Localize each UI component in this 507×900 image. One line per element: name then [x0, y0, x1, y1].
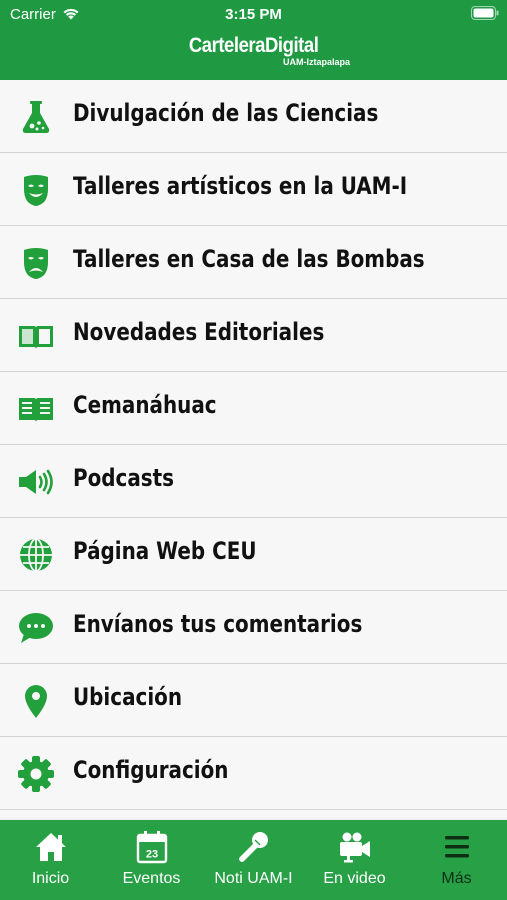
logo-subtitle: UAM-Iztapalapa — [283, 57, 351, 67]
happy-mask-icon — [24, 175, 48, 206]
menu-item-talleres-artisticos[interactable]: Talleres artísticos en la UAM-I — [0, 153, 507, 226]
top-bar: Carrier 3:15 PM CarteleraDigital UAM-Izt… — [0, 0, 507, 80]
menu-item-ubicacion[interactable]: Ubicación — [0, 664, 507, 737]
flask-icon — [22, 101, 50, 133]
tab-label: En video — [323, 870, 386, 887]
battery-icon — [471, 6, 499, 20]
menu-item-podcasts[interactable]: Podcasts — [0, 445, 507, 518]
newspaper-book-icon — [19, 398, 53, 422]
logo-title: CarteleraDigital — [188, 34, 319, 57]
gear-icon — [18, 756, 54, 792]
menu-item-pagina-web[interactable]: Página Web CEU — [0, 518, 507, 591]
menu-item-cemanahuac[interactable]: Cemanáhuac — [0, 372, 507, 445]
sad-mask-icon — [24, 248, 48, 279]
status-bar: Carrier 3:15 PM — [0, 0, 507, 28]
chat-bubble-icon — [19, 613, 53, 643]
menu-item-comentarios[interactable]: Envíanos tus comentarios — [0, 591, 507, 664]
globe-icon — [20, 538, 52, 572]
tab-noti-uam[interactable]: Noti UAM-I — [203, 820, 304, 900]
tab-mas[interactable]: Más — [406, 820, 507, 900]
location-pin-icon — [25, 685, 47, 718]
menu-item-label: Podcasts — [73, 464, 175, 492]
tab-inicio[interactable]: Inicio — [0, 820, 101, 900]
menu-item-label: Talleres artísticos en la UAM-I — [73, 172, 408, 200]
menu-list: Divulgación de las Ciencias Talleres art… — [0, 80, 507, 818]
tab-eventos[interactable]: 23 Eventos — [101, 820, 202, 900]
speaker-icon — [19, 469, 53, 495]
menu-icon — [445, 836, 469, 858]
tab-label: Más — [441, 870, 472, 887]
menu-item-configuracion[interactable]: Configuración — [0, 737, 507, 810]
menu-item-label: Página Web CEU — [73, 537, 257, 565]
calendar-icon: 23 — [136, 831, 168, 864]
menu-item-label: Envíanos tus comentarios — [73, 610, 363, 638]
app-logo: CarteleraDigital UAM-Iztapalapa — [0, 34, 507, 67]
tab-label: Inicio — [31, 870, 70, 887]
menu-item-novedades[interactable]: Novedades Editoriales — [0, 299, 507, 372]
tab-bar: Inicio 23 Eventos Noti UAM-I En video Má… — [0, 820, 507, 900]
tab-label: Eventos — [122, 870, 181, 887]
menu-item-label: Talleres en Casa de las Bombas — [73, 245, 425, 273]
open-book-icon — [19, 326, 53, 349]
menu-item-divulgacion[interactable]: Divulgación de las Ciencias — [0, 80, 507, 153]
tab-en-video[interactable]: En video — [304, 820, 405, 900]
status-time: 3:15 PM — [225, 6, 282, 23]
calendar-day: 23 — [146, 849, 158, 861]
menu-item-label: Novedades Editoriales — [73, 318, 325, 346]
menu-item-label: Configuración — [73, 756, 229, 784]
menu-item-casa-bombas[interactable]: Talleres en Casa de las Bombas — [0, 226, 507, 299]
menu-item-label: Ubicación — [73, 683, 183, 711]
microphone-icon — [239, 832, 268, 862]
tab-label: Noti UAM-I — [214, 870, 293, 887]
home-icon — [36, 833, 66, 861]
menu-item-label: Cemanáhuac — [73, 391, 217, 419]
menu-item-label: Divulgación de las Ciencias — [73, 99, 379, 127]
video-camera-icon — [340, 832, 370, 863]
